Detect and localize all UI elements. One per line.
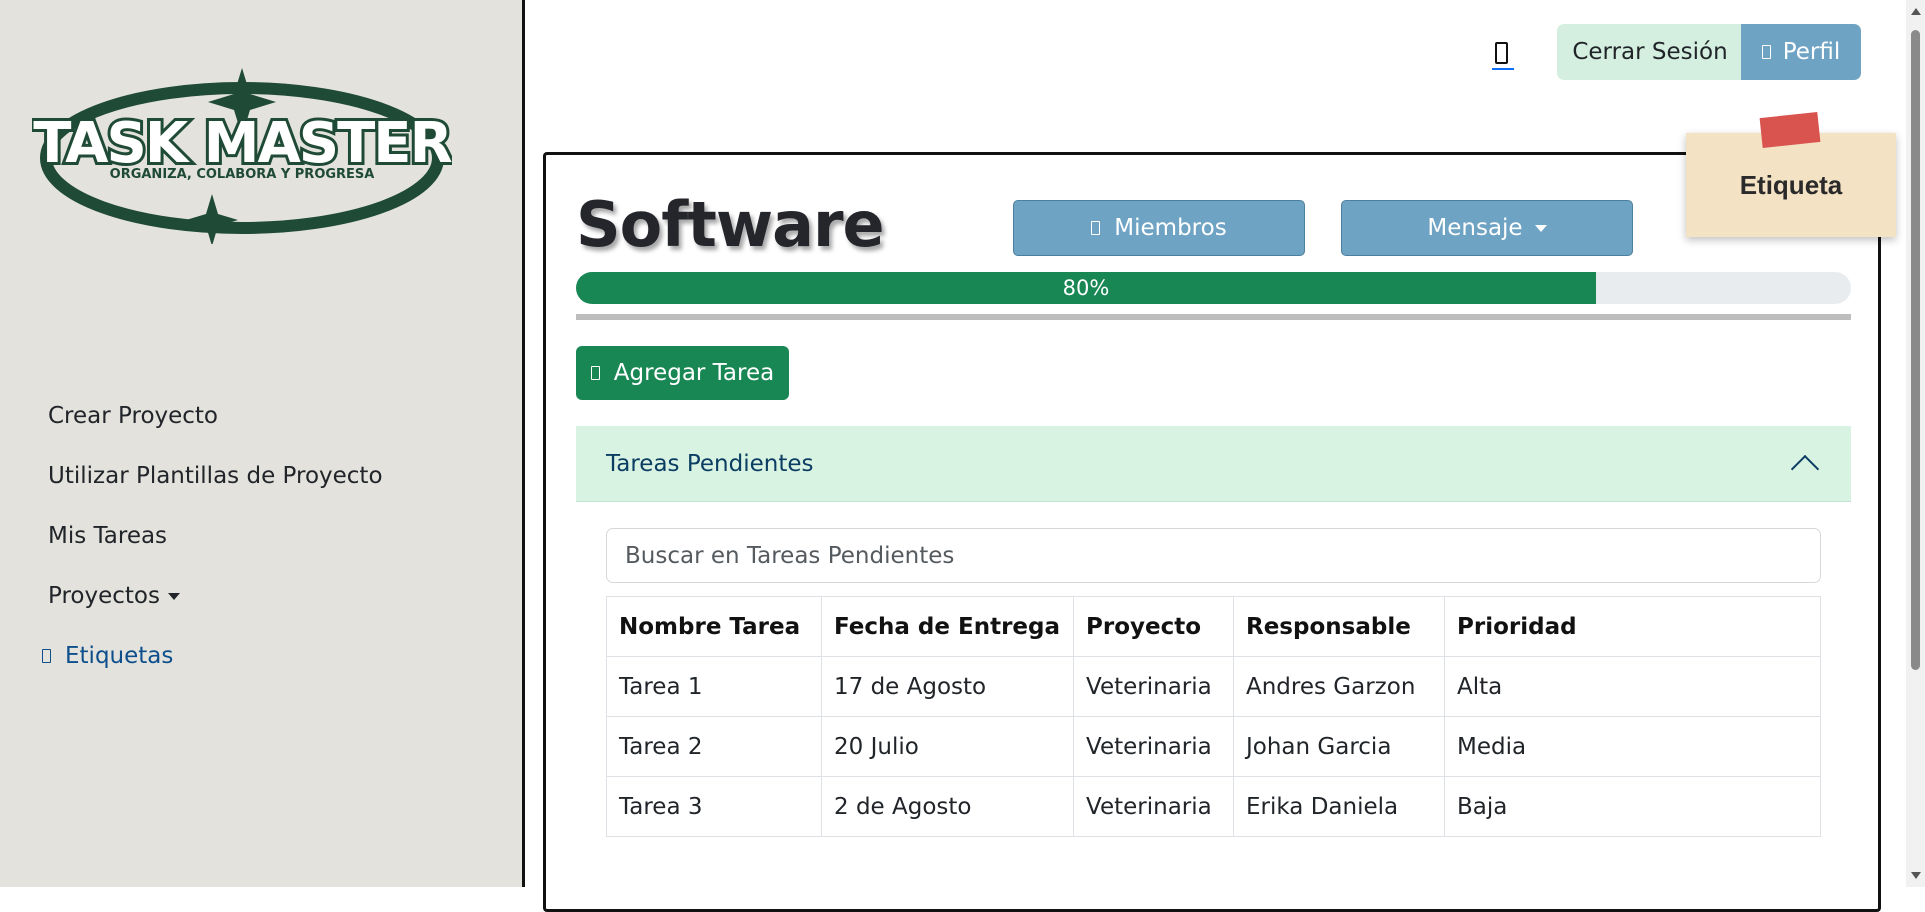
sidebar-item-label: Utilizar Plantillas de Proyecto <box>48 463 383 489</box>
chevron-up-icon <box>1790 454 1820 483</box>
message-dropdown-button[interactable]: Mensaje <box>1341 200 1633 256</box>
sidebar-item-crear-proyecto[interactable]: Crear Proyecto <box>48 386 383 446</box>
profile-button[interactable]: Perfil <box>1741 24 1861 80</box>
sidebar-item-label: Mis Tareas <box>48 523 168 549</box>
phone-icon <box>1495 42 1508 64</box>
pending-tasks-table: Nombre Tarea Fecha de Entrega Proyecto R… <box>606 596 1821 837</box>
project-cell: Veterinaria <box>1073 716 1234 777</box>
sidebar-item-label: Etiquetas <box>65 643 174 669</box>
column-header: Fecha de Entrega <box>821 596 1074 657</box>
sidebar-item-plantillas[interactable]: Utilizar Plantillas de Proyecto <box>48 446 383 506</box>
logout-button[interactable]: Cerrar Sesión <box>1557 24 1743 80</box>
table-header-row: Nombre Tarea Fecha de Entrega Proyecto R… <box>606 596 1821 657</box>
scroll-up-icon[interactable] <box>1911 8 1921 15</box>
due-date-cell: 17 de Agosto <box>821 656 1074 717</box>
sidebar-item-label: Proyectos <box>48 583 160 609</box>
scroll-thumb[interactable] <box>1911 30 1920 670</box>
members-button[interactable]: Miembros <box>1013 200 1305 256</box>
sidebar-item-mis-tareas[interactable]: Mis Tareas <box>48 506 383 566</box>
label-icon <box>42 649 51 663</box>
sidebar-item-proyectos-dropdown[interactable]: Proyectos <box>48 566 383 626</box>
column-header: Proyecto <box>1073 596 1234 657</box>
scroll-down-icon[interactable] <box>1911 872 1921 879</box>
task-name-cell: Tarea 1 <box>606 656 822 717</box>
add-task-label: Agregar Tarea <box>613 360 775 386</box>
add-task-button[interactable]: Agregar Tarea <box>576 346 789 400</box>
user-icon <box>1761 45 1771 59</box>
priority-cell: Alta <box>1444 656 1821 717</box>
pending-tasks-accordion-header[interactable]: Tareas Pendientes <box>576 426 1851 502</box>
priority-cell: Baja <box>1444 776 1821 837</box>
task-name-cell: Tarea 3 <box>606 776 822 837</box>
sidebar: TASK MASTER ORGANIZA, COLABORA Y PROGRES… <box>0 0 525 887</box>
sidebar-item-etiquetas[interactable]: Etiquetas <box>42 626 383 686</box>
caret-down-icon <box>167 592 180 600</box>
assignee-cell: Johan Garcia <box>1233 716 1445 777</box>
progress-label: 80% <box>1062 276 1110 300</box>
due-date-cell: 2 de Agosto <box>821 776 1074 837</box>
svg-text:ORGANIZA, COLABORA Y PROGRESA: ORGANIZA, COLABORA Y PROGRESA <box>110 167 375 182</box>
label-sticky-note[interactable]: Etiqueta <box>1686 133 1896 237</box>
table-row[interactable]: Tarea 3 2 de Agosto Veterinaria Erika Da… <box>606 776 1821 837</box>
sidebar-item-label: Crear Proyecto <box>48 403 219 429</box>
link-underline <box>1492 68 1514 70</box>
sticky-tape <box>1759 112 1821 148</box>
column-header: Responsable <box>1233 596 1445 657</box>
table-row[interactable]: Tarea 2 20 Julio Veterinaria Johan Garci… <box>606 716 1821 777</box>
task-master-logo[interactable]: TASK MASTER ORGANIZA, COLABORA Y PROGRES… <box>32 64 452 244</box>
caret-down-icon <box>1534 224 1547 232</box>
sticky-note-label: Etiqueta <box>1739 169 1843 200</box>
progress-fill: 80% <box>576 272 1596 304</box>
page-scrollbar[interactable] <box>1906 0 1925 887</box>
section-divider <box>576 314 1851 320</box>
project-progress-bar: 80% <box>576 272 1851 304</box>
task-name-cell: Tarea 2 <box>606 716 822 777</box>
table-row[interactable]: Tarea 1 17 de Agosto Veterinaria Andres … <box>606 656 1821 717</box>
message-button-label: Mensaje <box>1427 215 1523 241</box>
phone-icon-link[interactable] <box>1492 40 1514 70</box>
members-button-label: Miembros <box>1114 215 1227 241</box>
sidebar-nav: Crear Proyecto Utilizar Plantillas de Pr… <box>42 386 383 686</box>
column-header: Nombre Tarea <box>606 596 822 657</box>
priority-cell: Media <box>1444 716 1821 777</box>
add-icon <box>590 366 600 380</box>
profile-button-label: Perfil <box>1782 39 1841 65</box>
due-date-cell: 20 Julio <box>821 716 1074 777</box>
column-header: Prioridad <box>1444 596 1821 657</box>
project-cell: Veterinaria <box>1073 776 1234 837</box>
page-title: Software <box>576 188 885 261</box>
assignee-cell: Erika Daniela <box>1233 776 1445 837</box>
pending-tasks-search-input[interactable] <box>606 528 1821 583</box>
project-cell: Veterinaria <box>1073 656 1234 717</box>
assignee-cell: Andres Garzon <box>1233 656 1445 717</box>
members-icon <box>1091 221 1101 235</box>
accordion-title: Tareas Pendientes <box>606 450 814 477</box>
